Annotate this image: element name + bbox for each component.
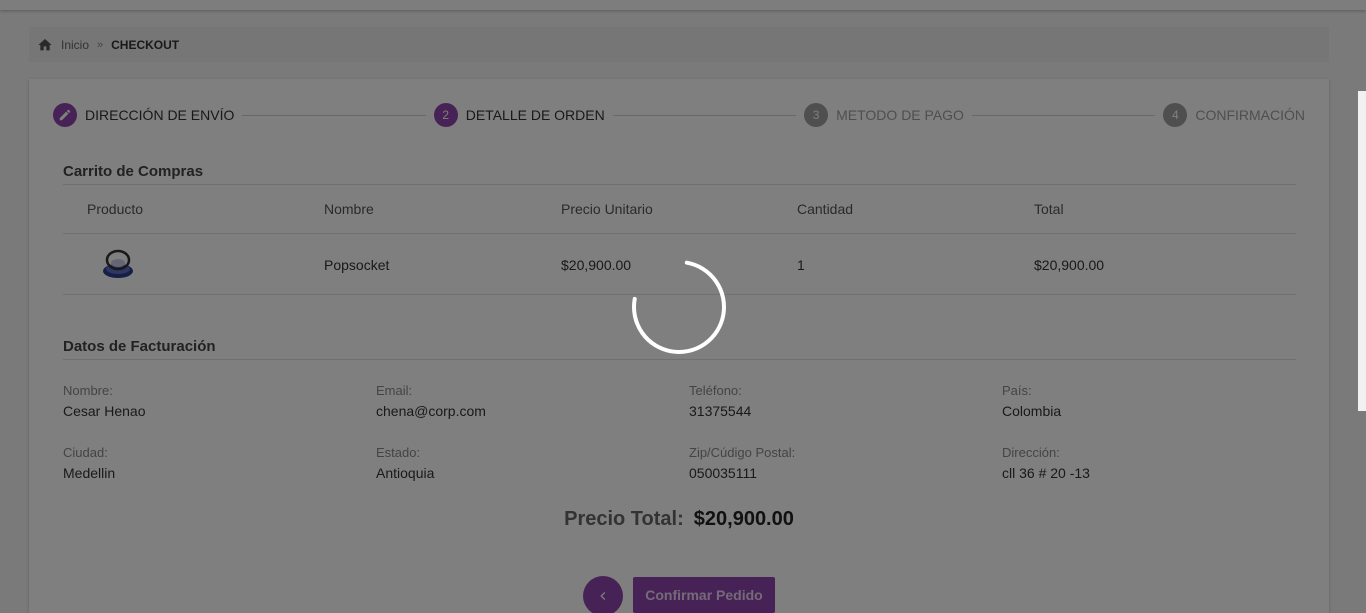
spinner-icon (632, 259, 726, 354)
scrollbar-thumb[interactable] (1358, 91, 1366, 411)
